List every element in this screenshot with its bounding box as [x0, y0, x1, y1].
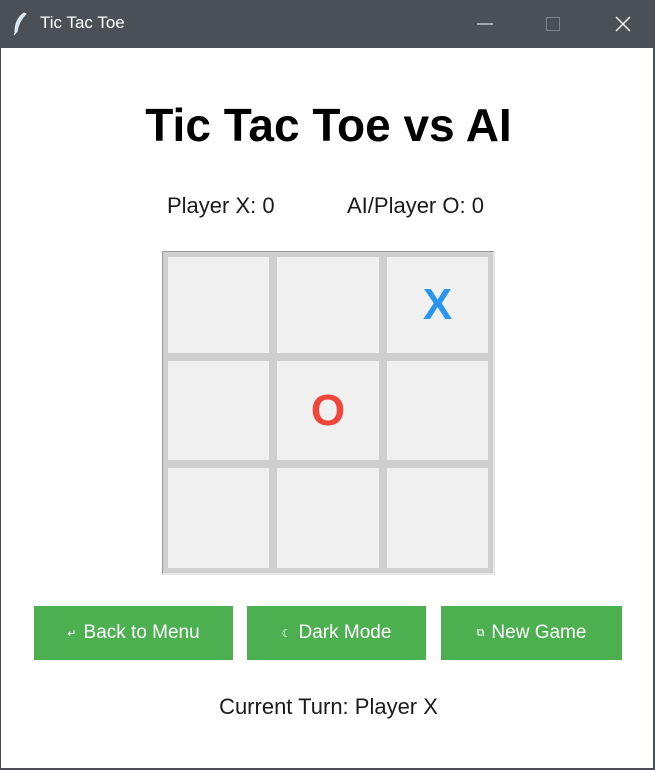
board-cell-8[interactable]	[277, 468, 379, 568]
new-game-icon: ⧉	[476, 626, 485, 639]
title-bar[interactable]: Tic Tac Toe	[0, 0, 655, 48]
return-icon: ↵	[67, 627, 77, 640]
board-cell-1[interactable]	[168, 257, 269, 353]
current-turn-status: Current Turn: Player X	[219, 694, 438, 719]
app-window: Tic Tac Toe Tic Tac Toe vs AI Player X: …	[0, 0, 655, 770]
maximize-button[interactable]	[518, 0, 588, 48]
board-cell-9[interactable]	[387, 468, 488, 568]
back-to-menu-button[interactable]: ↵ Back to Menu	[34, 606, 233, 660]
board-cell-6[interactable]	[387, 361, 488, 460]
player-x-score: Player X: 0	[167, 193, 275, 218]
window-title: Tic Tac Toe	[40, 13, 125, 32]
dark-mode-label: Dark Mode	[298, 622, 392, 643]
close-icon	[615, 16, 631, 32]
maximize-icon	[546, 17, 560, 31]
game-board: X O	[162, 251, 495, 575]
ai-player-o-score: AI/Player O: 0	[347, 193, 484, 218]
dark-mode-button[interactable]: ☾ Dark Mode	[247, 606, 426, 660]
feather-icon	[13, 12, 27, 36]
minimize-button[interactable]	[450, 0, 520, 48]
back-to-menu-label: Back to Menu	[83, 622, 200, 643]
board-cell-7[interactable]	[168, 468, 269, 568]
moon-icon: ☾	[281, 627, 292, 640]
board-cell-3[interactable]: X	[387, 257, 488, 353]
board-cell-4[interactable]	[168, 361, 269, 460]
minimize-icon	[477, 23, 493, 25]
page-title: Tic Tac Toe vs AI	[145, 99, 512, 151]
board-cell-2[interactable]	[277, 257, 379, 353]
new-game-label: New Game	[491, 622, 587, 643]
close-button[interactable]	[588, 0, 655, 48]
board-cell-5[interactable]: O	[277, 361, 379, 460]
game-panel: Tic Tac Toe vs AI Player X: 0 AI/Player …	[1, 48, 653, 768]
new-game-button[interactable]: ⧉ New Game	[441, 606, 622, 660]
